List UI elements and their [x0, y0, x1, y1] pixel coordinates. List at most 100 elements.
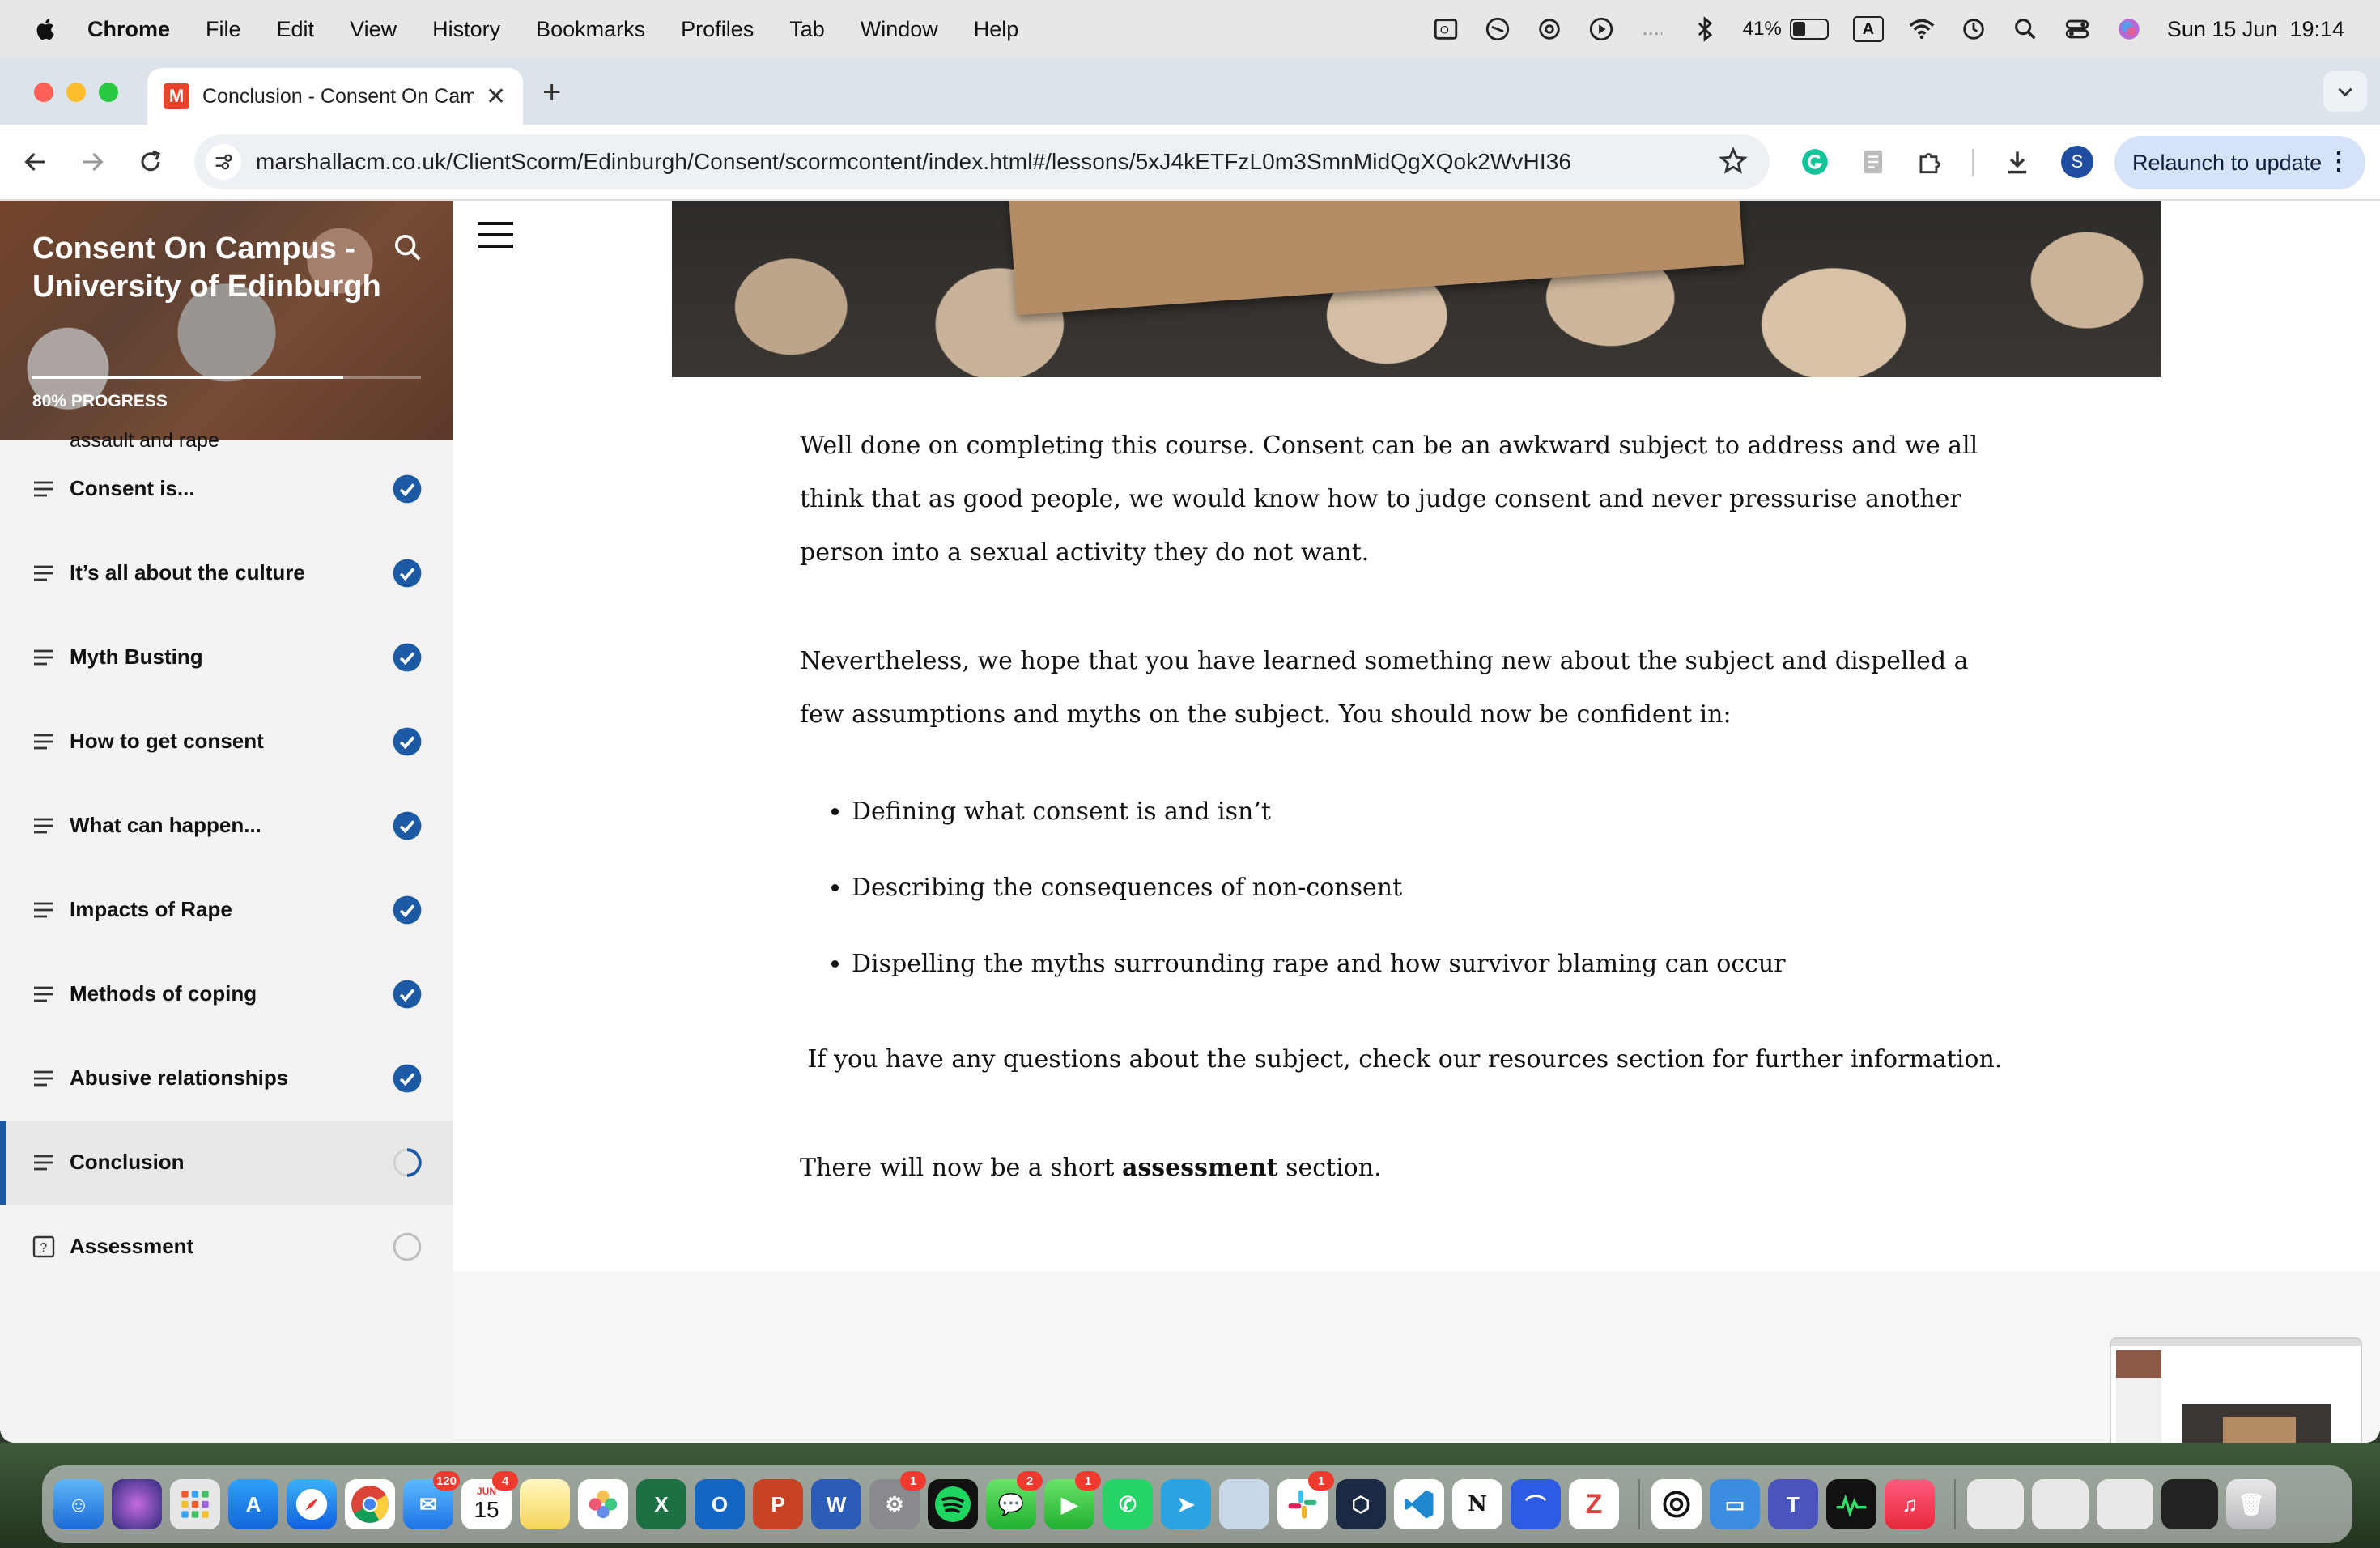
url-text[interactable]: marshallacm.co.uk/ClientScorm/Edinburgh/…	[256, 149, 1571, 175]
tab-close-icon[interactable]: ✕	[486, 83, 506, 111]
hamburger-menu-icon[interactable]	[478, 222, 513, 251]
photos-icon[interactable]	[578, 1479, 628, 1529]
menu-bookmarks[interactable]: Bookmarks	[536, 17, 645, 42]
keynote-icon[interactable]: ▭	[1710, 1479, 1760, 1529]
course-sidebar: Consent On Campus - University of Edinbu…	[0, 201, 460, 1443]
clock[interactable]: Sun 15 Jun 19:14	[2167, 17, 2344, 42]
wifi-icon[interactable]	[1908, 15, 1936, 43]
menu-profiles[interactable]: Profiles	[681, 17, 754, 42]
zoom-window-button[interactable]	[99, 83, 118, 102]
reading-mode-icon[interactable]	[1855, 144, 1891, 180]
more-menu-icon[interactable]: ⋮	[2327, 147, 2351, 176]
battery-indicator[interactable]: 41%	[1743, 18, 1829, 40]
toolbar-divider	[1972, 149, 1974, 176]
loading-status-icon[interactable]	[1639, 15, 1667, 43]
input-source-indicator[interactable]: A	[1852, 16, 1884, 42]
word-icon[interactable]: W	[811, 1479, 861, 1529]
do-not-disturb-icon[interactable]	[1484, 15, 1511, 43]
relaunch-to-update-button[interactable]: Relaunch to update ⋮	[2114, 136, 2365, 189]
sidebar-lesson-item[interactable]: It’s all about the culture	[0, 531, 453, 615]
extensions-puzzle-icon[interactable]	[1912, 144, 1948, 180]
menu-view[interactable]: View	[350, 17, 397, 42]
bluetooth-icon[interactable]	[1691, 15, 1719, 43]
minimized-window-3[interactable]	[2097, 1479, 2153, 1529]
facetime-icon[interactable]: ▶ 1	[1044, 1471, 1101, 1529]
menu-help[interactable]: Help	[974, 17, 1019, 42]
app-store-icon[interactable]: A	[228, 1479, 278, 1529]
siri-app-icon[interactable]	[112, 1479, 162, 1529]
safari-icon[interactable]	[287, 1479, 337, 1529]
sidebar-lesson-item[interactable]: Methods of coping	[0, 952, 453, 1036]
chatgpt-icon[interactable]	[1651, 1479, 1702, 1529]
tab-search-button[interactable]	[2323, 71, 2367, 112]
minimized-window-1[interactable]	[1967, 1479, 2024, 1529]
bookmark-star-icon[interactable]	[1718, 146, 1749, 181]
whatsapp-icon[interactable]: ✆	[1103, 1479, 1153, 1529]
music-icon[interactable]: ♫	[1885, 1479, 1935, 1529]
reload-button[interactable]	[130, 141, 172, 183]
preview-icon[interactable]	[1219, 1479, 1269, 1529]
apple-icon[interactable]	[32, 15, 60, 43]
time-machine-icon[interactable]	[1960, 15, 1987, 43]
outlook-status-icon[interactable]: O	[1432, 15, 1460, 43]
sidebar-lesson-item[interactable]: Impacts of Rape	[0, 868, 453, 952]
minimized-window-4[interactable]	[2161, 1479, 2218, 1529]
teams-icon[interactable]: T	[1768, 1479, 1818, 1529]
zotero-icon[interactable]: Z	[1569, 1479, 1619, 1529]
launchpad-icon[interactable]	[170, 1479, 220, 1529]
site-info-icon[interactable]	[206, 144, 241, 180]
notes-icon[interactable]	[520, 1479, 570, 1529]
forward-button[interactable]	[71, 141, 113, 183]
minimized-window-2[interactable]	[2032, 1479, 2089, 1529]
outlook-icon[interactable]: O	[695, 1479, 745, 1529]
finder-icon[interactable]: ☺	[53, 1479, 104, 1529]
chatgpt-status-icon[interactable]	[1536, 15, 1563, 43]
mail-icon[interactable]: ✉ 120	[403, 1471, 460, 1529]
notion-icon[interactable]: N	[1452, 1479, 1502, 1529]
profile-avatar[interactable]: S	[2061, 146, 2093, 178]
calendar-icon[interactable]: JUN 15 4	[461, 1471, 518, 1529]
spotlight-search-icon[interactable]	[2012, 15, 2039, 43]
powerpoint-icon[interactable]: P	[753, 1479, 803, 1529]
sidebar-lesson-item[interactable]: Myth Busting	[0, 615, 453, 700]
screenshot-thumbnail[interactable]	[2110, 1337, 2362, 1443]
menu-history[interactable]: History	[432, 17, 500, 42]
vscode-icon[interactable]	[1394, 1479, 1444, 1529]
assessment-text-after: section.	[1277, 1154, 1382, 1182]
minimize-window-button[interactable]	[66, 83, 86, 102]
pycharm-like-icon[interactable]: ⬡	[1336, 1479, 1386, 1529]
trash-icon[interactable]: 🗑	[2226, 1479, 2276, 1529]
back-button[interactable]	[15, 141, 57, 183]
downloads-icon[interactable]	[2000, 144, 2035, 180]
sidebar-lesson-item[interactable]: What can happen...	[0, 784, 453, 868]
tab-active[interactable]: M Conclusion - Consent On Campus ✕	[147, 68, 523, 125]
menu-app-name[interactable]: Chrome	[87, 17, 170, 42]
system-settings-icon[interactable]: ⚙ 1	[869, 1471, 926, 1529]
grammarly-extension-icon[interactable]	[1797, 144, 1833, 180]
siri-icon[interactable]	[2115, 15, 2143, 43]
menu-file[interactable]: File	[206, 17, 241, 42]
close-window-button[interactable]	[34, 83, 53, 102]
excel-icon[interactable]: X	[636, 1479, 686, 1529]
spotify-icon[interactable]	[928, 1479, 978, 1529]
address-bar[interactable]: marshallacm.co.uk/ClientScorm/Edinburgh/…	[194, 134, 1770, 189]
play-status-icon[interactable]	[1587, 15, 1615, 43]
activity-monitor-icon[interactable]	[1826, 1479, 1876, 1529]
control-center-icon[interactable]	[2063, 15, 2091, 43]
menu-tab[interactable]: Tab	[789, 17, 825, 42]
telegram-icon[interactable]: ➤	[1161, 1479, 1211, 1529]
new-tab-button[interactable]: +	[542, 74, 561, 111]
sidebar-lesson-item[interactable]: How to get consent	[0, 700, 453, 784]
menu-edit[interactable]: Edit	[277, 17, 315, 42]
chrome-icon[interactable]	[345, 1479, 395, 1529]
lesson-article: Well done on completing this course. Con…	[800, 419, 2014, 1195]
slack-icon[interactable]: 1	[1277, 1471, 1334, 1529]
search-icon[interactable]	[392, 232, 424, 268]
menu-window[interactable]: Window	[861, 17, 938, 42]
arc-like-icon[interactable]: ⌒	[1511, 1479, 1561, 1529]
sidebar-lesson-item[interactable]: Abusive relationships	[0, 1036, 453, 1121]
messages-icon[interactable]: 💬 2	[986, 1471, 1043, 1529]
sidebar-lesson-item[interactable]: ? Assessment	[0, 1205, 453, 1289]
sidebar-lesson-item[interactable]: Conclusion	[0, 1121, 460, 1205]
sidebar-lesson-item[interactable]: Consent is...	[0, 447, 453, 531]
